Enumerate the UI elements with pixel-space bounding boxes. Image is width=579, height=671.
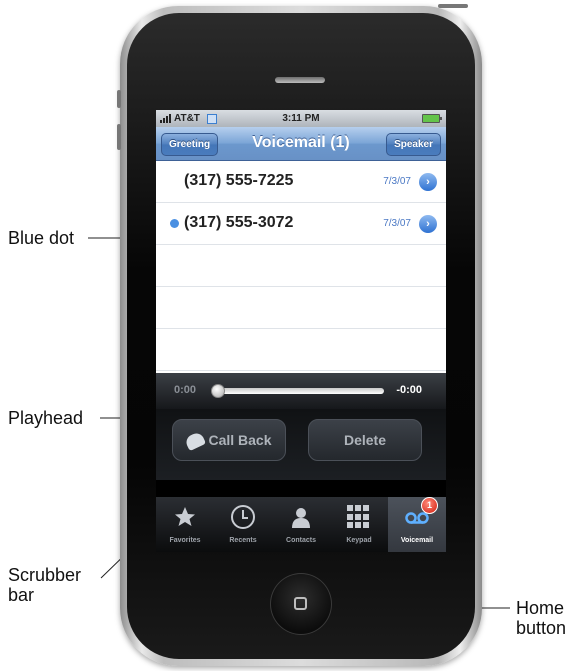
voicemail-row[interactable]: (317) 555-3072 7/3/07 ›	[156, 203, 446, 245]
volume-up-button	[117, 124, 121, 150]
chevron-right-icon[interactable]: ›	[419, 173, 437, 191]
phone-handset-icon	[184, 431, 207, 452]
tab-voicemail[interactable]: 1 Voicemail	[388, 497, 446, 552]
tab-bar: Favorites Recents Contacts Keypad 1 Voic…	[156, 497, 446, 552]
tab-label: Recents	[229, 537, 257, 544]
tab-recents[interactable]: Recents	[214, 497, 272, 552]
keypad-icon	[347, 505, 371, 529]
tab-label: Contacts	[286, 537, 316, 544]
battery-icon	[422, 114, 442, 123]
home-square-icon	[294, 597, 307, 610]
unheard-blue-dot	[170, 219, 179, 228]
voicemail-date: 7/3/07	[383, 176, 411, 187]
scrubber-bar[interactable]	[216, 388, 384, 394]
tab-label: Keypad	[346, 537, 372, 544]
iphone-device: AT&T 3:11 PM Greeting Voicemail (1) Spea…	[117, 4, 482, 666]
chevron-right-icon[interactable]: ›	[419, 215, 437, 233]
voicemail-date: 7/3/07	[383, 218, 411, 229]
home-button[interactable]	[270, 573, 332, 635]
nav-bar: Greeting Voicemail (1) Speaker	[156, 127, 446, 161]
callout-home-button: Home button	[516, 598, 567, 638]
star-icon	[175, 507, 195, 526]
remaining-time: -0:00	[396, 384, 422, 396]
tab-label: Voicemail	[400, 537, 434, 544]
tab-label: Favorites	[169, 537, 201, 544]
delete-button[interactable]: Delete	[308, 419, 422, 461]
callout-playhead: Playhead	[8, 408, 84, 428]
callout-scrubber-bar: Scrubber bar	[8, 565, 82, 605]
tab-keypad[interactable]: Keypad	[330, 497, 388, 552]
voicemail-actions: Call Back Delete	[156, 409, 446, 480]
status-time: 3:11 PM	[282, 113, 320, 124]
tab-favorites[interactable]: Favorites	[156, 497, 214, 552]
person-icon	[292, 508, 310, 528]
speaker-button[interactable]: Speaker	[386, 133, 441, 156]
screen: AT&T 3:11 PM Greeting Voicemail (1) Spea…	[156, 110, 446, 552]
front-bezel: AT&T 3:11 PM Greeting Voicemail (1) Spea…	[127, 13, 475, 659]
unread-badge: 1	[421, 497, 438, 514]
voicemail-list: (317) 555-7225 7/3/07 › (317) 555-3072 7…	[156, 161, 446, 373]
voicemail-number: (317) 555-7225	[184, 172, 294, 189]
tab-contacts[interactable]: Contacts	[272, 497, 330, 552]
earpiece-speaker	[275, 77, 325, 83]
sleep-button	[438, 4, 468, 8]
callout-blue-dot: Blue dot	[8, 228, 75, 248]
scrubber-area: 0:00 -0:00	[156, 373, 446, 409]
call-back-button[interactable]: Call Back	[172, 419, 286, 461]
clock-icon	[231, 505, 255, 529]
call-back-label: Call Back	[208, 432, 272, 448]
status-bar: AT&T 3:11 PM	[156, 110, 446, 127]
playhead[interactable]	[211, 384, 225, 398]
ringer-switch	[117, 90, 121, 108]
elapsed-time: 0:00	[174, 384, 197, 396]
voicemail-row[interactable]: (317) 555-7225 7/3/07 ›	[156, 161, 446, 203]
voicemail-number: (317) 555-3072	[184, 214, 294, 231]
